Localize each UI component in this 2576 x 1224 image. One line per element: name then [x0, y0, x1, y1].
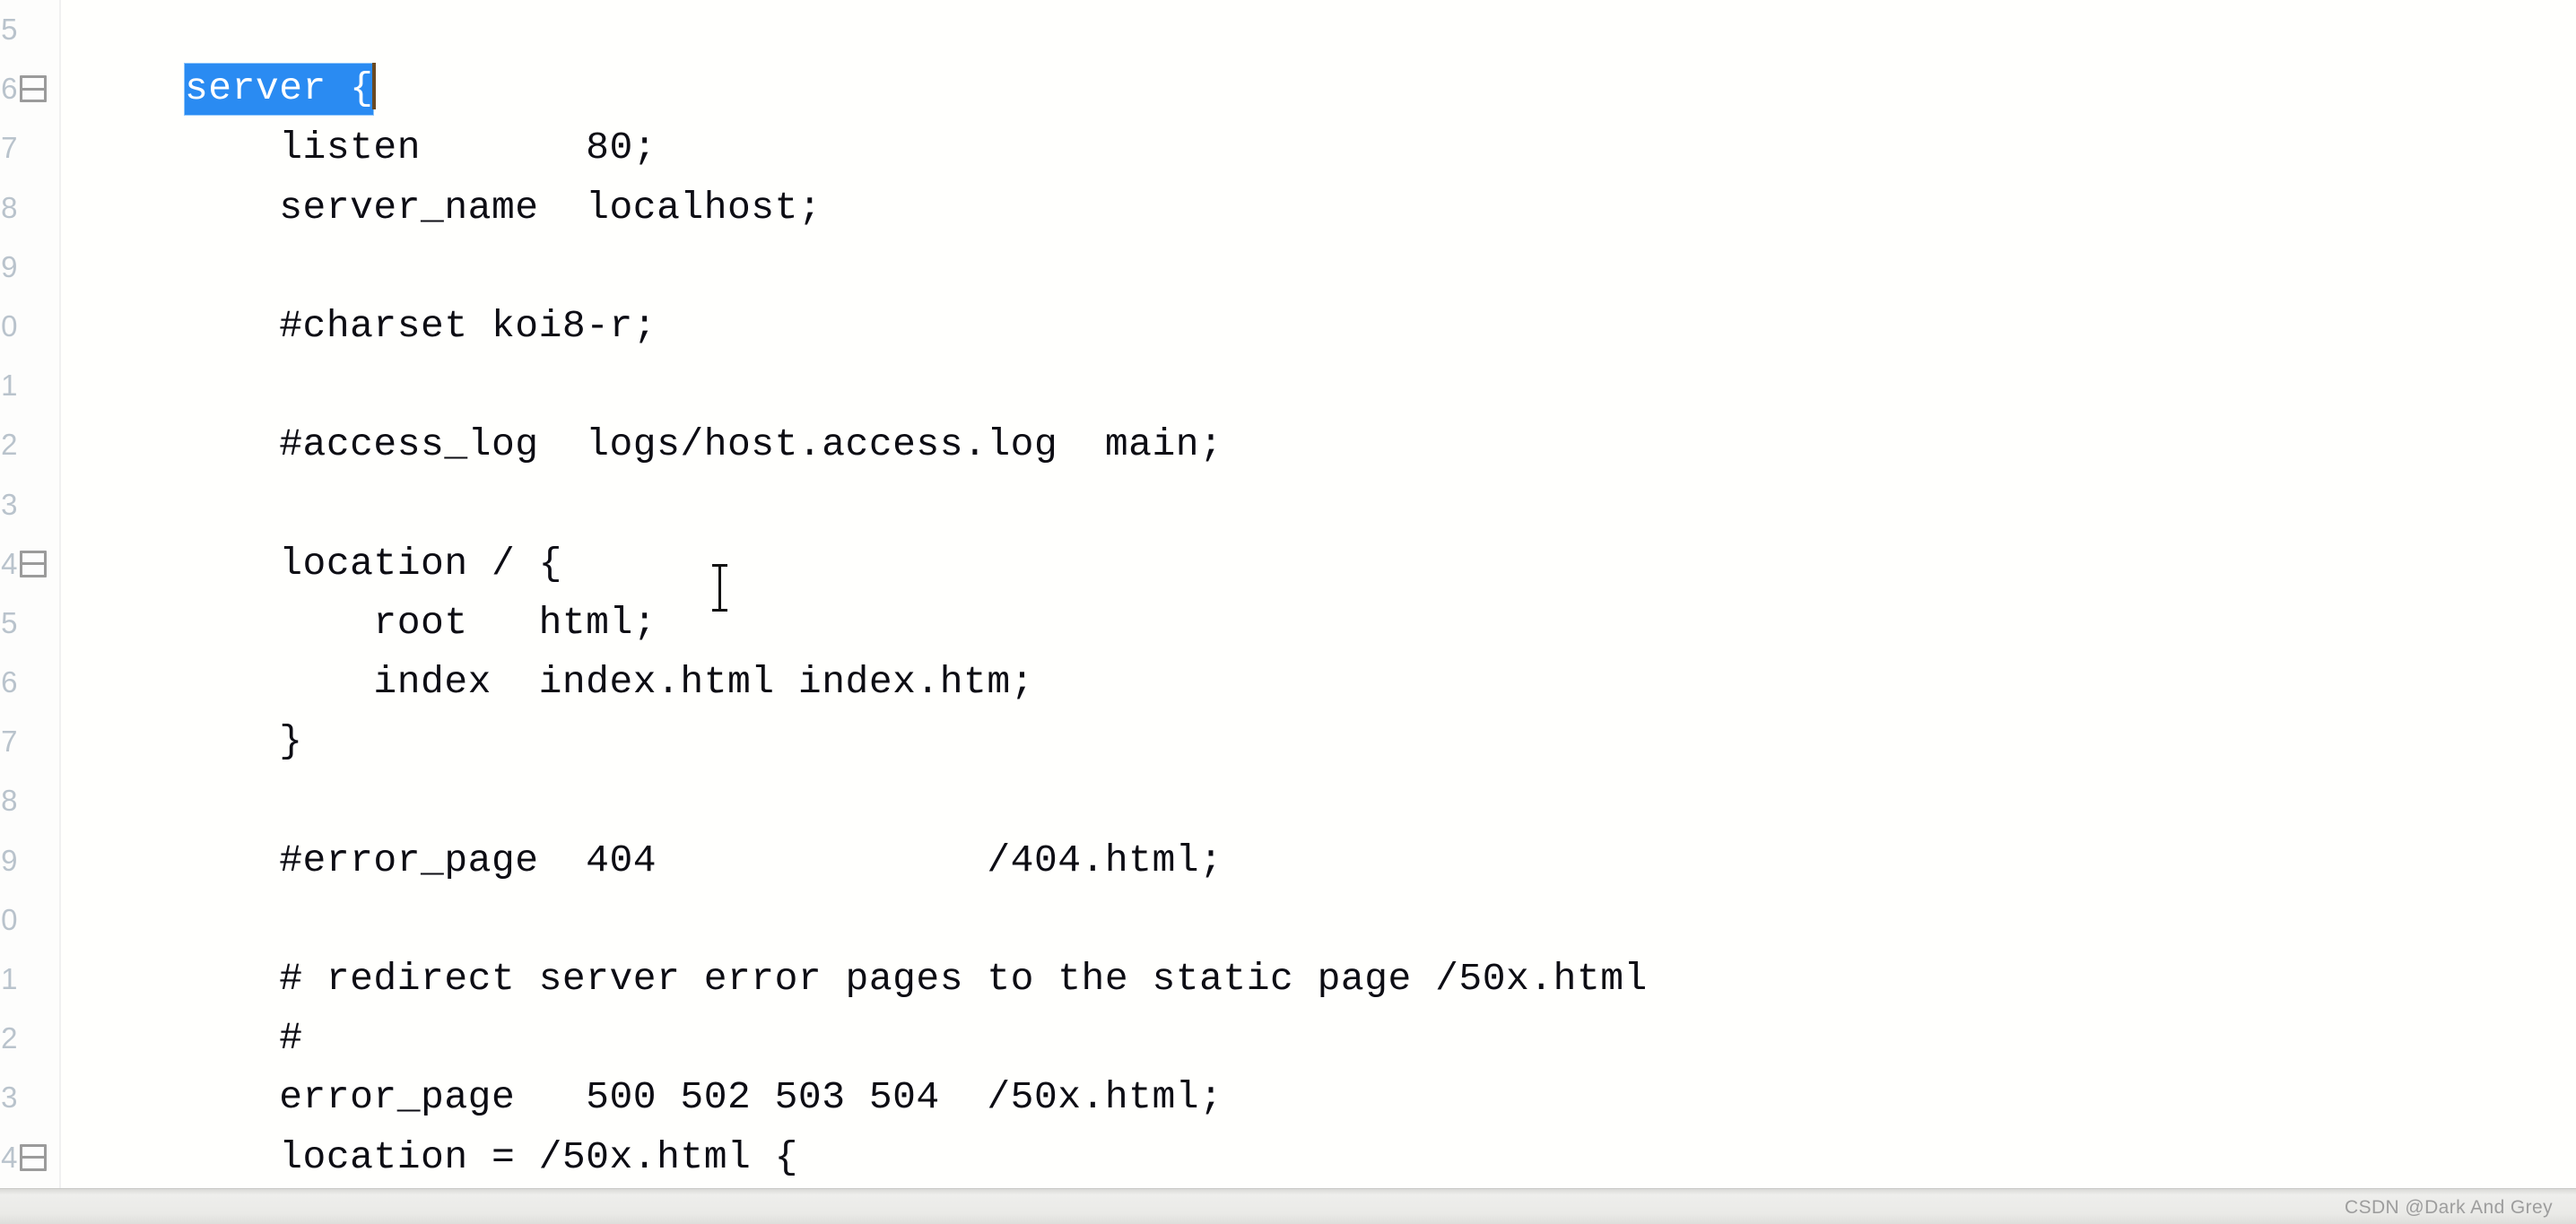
selected-text[interactable]: server {: [185, 64, 374, 116]
code-text: index index.html index.htm;: [185, 660, 1034, 705]
code-text: }: [185, 719, 303, 764]
code-line[interactable]: root html;: [59, 594, 2576, 653]
editor-window: 567890123456789012345 server { listen 80…: [0, 0, 2576, 1224]
code-line[interactable]: #: [59, 1009, 2576, 1068]
code-text-area[interactable]: server { listen 80; server_name localhos…: [59, 0, 2576, 1188]
code-text: listen 80;: [185, 126, 657, 170]
code-line[interactable]: location = /50x.html {: [59, 1128, 2576, 1187]
code-line[interactable]: index index.html index.htm;: [59, 653, 2576, 712]
status-bar: CSDN @Dark And Grey: [0, 1188, 2576, 1224]
code-line[interactable]: [59, 771, 2576, 830]
code-text: #: [185, 1016, 303, 1061]
code-text: server_name localhost;: [185, 185, 822, 230]
code-line[interactable]: #error_page 404 /404.html;: [59, 831, 2576, 890]
code-text: error_page 500 502 503 504 /50x.html;: [185, 1075, 1223, 1120]
code-text: #error_page 404 /404.html;: [185, 838, 1223, 882]
fold-marker-column[interactable]: [20, 0, 59, 1188]
code-line[interactable]: # redirect server error pages to the sta…: [59, 950, 2576, 1009]
code-text: location / {: [185, 541, 562, 586]
code-editor[interactable]: 567890123456789012345 server { listen 80…: [0, 0, 2576, 1188]
fold-minus-icon[interactable]: [20, 550, 47, 577]
code-line[interactable]: [59, 0, 2576, 59]
code-line[interactable]: }: [59, 712, 2576, 771]
code-line[interactable]: [59, 356, 2576, 415]
code-line[interactable]: error_page 500 502 503 504 /50x.html;: [59, 1068, 2576, 1127]
csdn-watermark: CSDN @Dark And Grey: [2345, 1197, 2553, 1218]
code-text: # redirect server error pages to the sta…: [185, 957, 1648, 1001]
code-text: location = /50x.html {: [185, 1134, 798, 1179]
code-line[interactable]: server_name localhost;: [59, 178, 2576, 238]
fold-minus-icon[interactable]: [20, 75, 47, 103]
code-line[interactable]: [59, 890, 2576, 950]
code-line[interactable]: server {: [59, 59, 2576, 118]
code-line[interactable]: #charset koi8-r;: [59, 297, 2576, 356]
code-line[interactable]: #access_log logs/host.access.log main;: [59, 415, 2576, 474]
code-text: root html;: [185, 600, 657, 645]
text-caret: [372, 63, 377, 110]
code-text: #access_log logs/host.access.log main;: [185, 422, 1223, 467]
code-line[interactable]: location / {: [59, 534, 2576, 594]
fold-minus-icon[interactable]: [20, 1143, 47, 1171]
code-text: #charset koi8-r;: [185, 303, 657, 348]
code-line[interactable]: [59, 238, 2576, 297]
code-line[interactable]: [59, 475, 2576, 534]
code-line[interactable]: listen 80;: [59, 118, 2576, 178]
